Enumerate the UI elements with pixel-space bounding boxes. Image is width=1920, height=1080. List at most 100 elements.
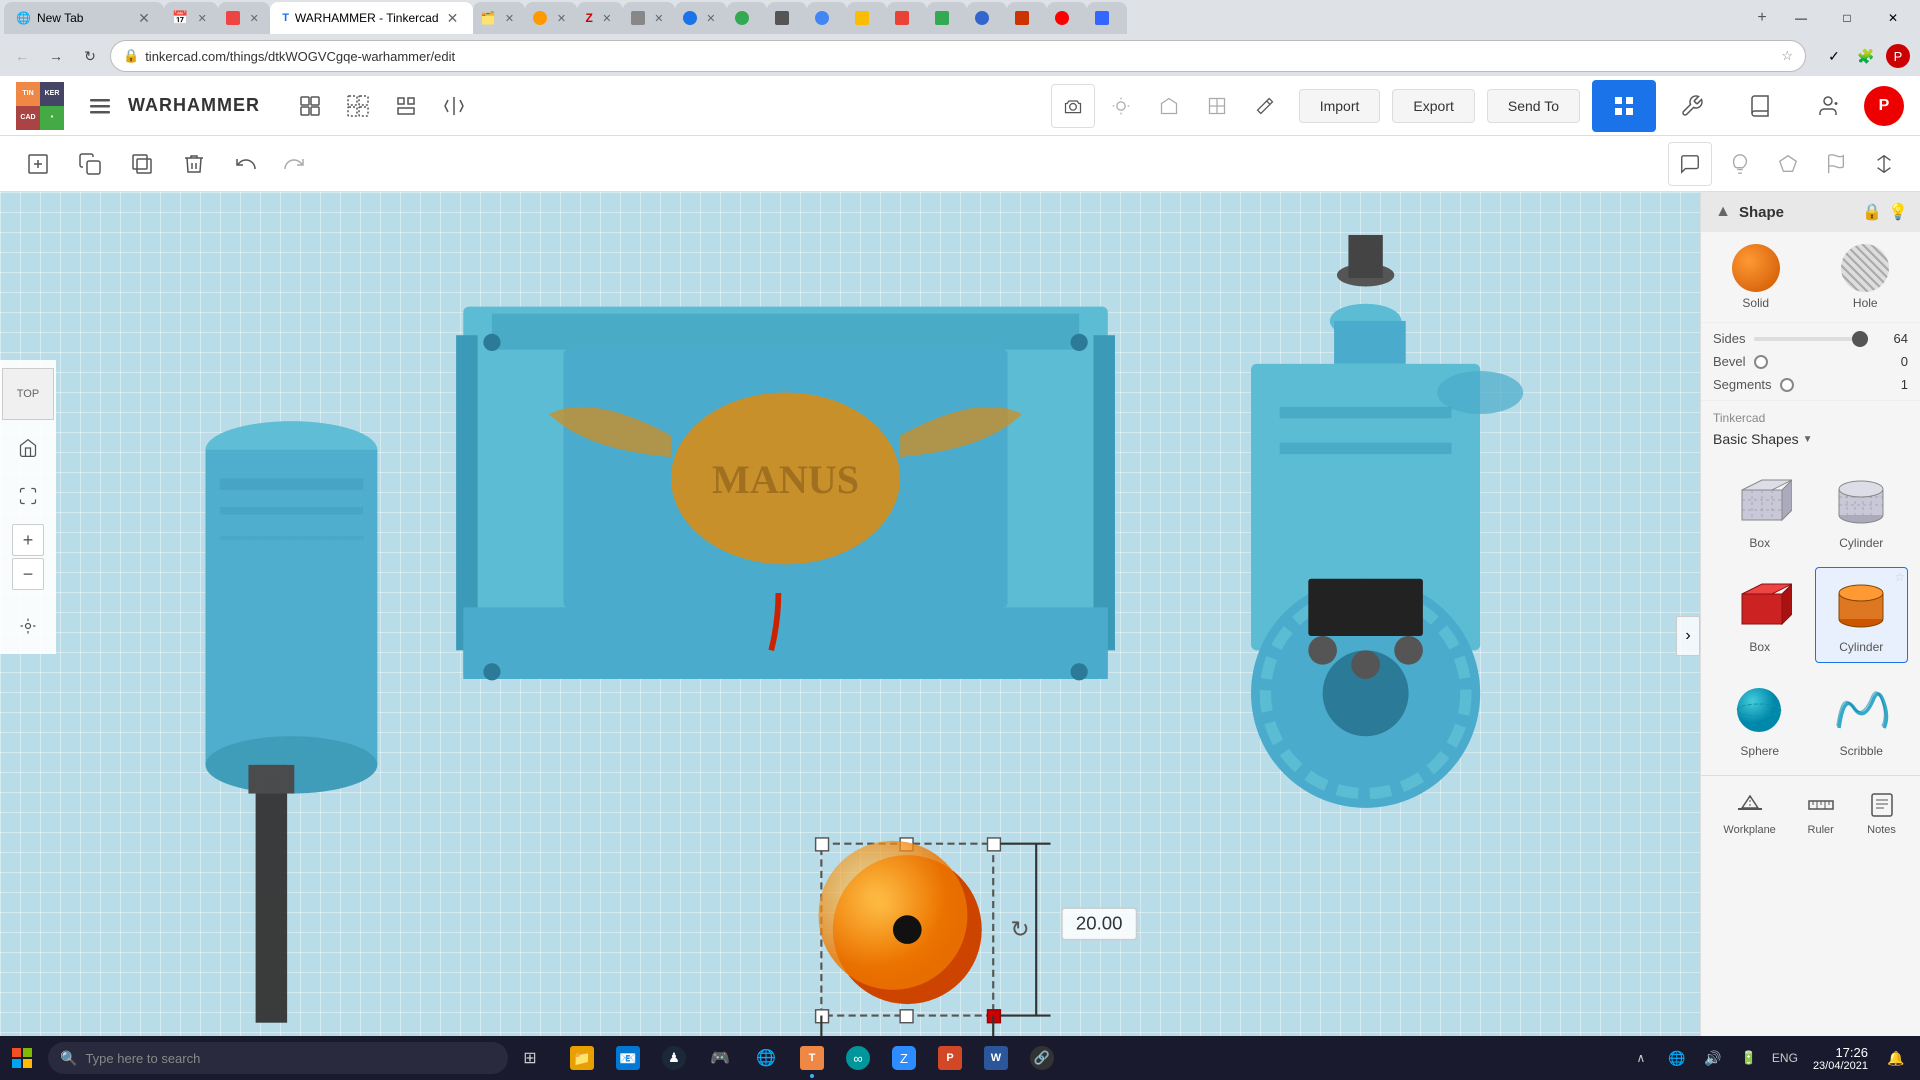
taskbar-email[interactable]: 📧 [606,1036,650,1080]
extension-icon-1[interactable]: ✓ [1820,42,1848,70]
extensions-button[interactable]: 🧩 [1852,42,1880,70]
duplicate-tool[interactable] [120,142,164,186]
user-avatar[interactable]: P [1864,86,1904,126]
book-panel-button[interactable] [1728,80,1792,132]
bevel-radio[interactable] [1754,355,1768,369]
camera-view-button[interactable] [1051,84,1095,128]
group-tool[interactable] [288,84,332,128]
new-tab-button[interactable]: + [1748,4,1776,32]
ungroup-tool[interactable] [336,84,380,128]
view-cube[interactable]: TOP [2,368,54,420]
taskbar-ppt[interactable]: P [928,1036,972,1080]
browser-tab-3[interactable]: ✕ [218,2,270,34]
align-view-button[interactable] [1195,84,1239,128]
shape-scribble-teal[interactable]: Scribble [1815,671,1909,767]
grid-panel-button[interactable] [1592,80,1656,132]
lightbulb-icon[interactable]: 💡 [1888,202,1908,222]
new-shape-tool[interactable] [16,142,60,186]
segments-radio[interactable] [1780,378,1794,392]
tab-close-1[interactable]: ✕ [136,10,152,26]
hole-option[interactable]: Hole [1811,232,1920,322]
shape-sphere-teal[interactable]: Sphere [1713,671,1807,767]
browser-tab-11[interactable] [767,2,807,34]
taskbar-tinkercad[interactable]: T [790,1036,834,1080]
browser-tab-9[interactable]: ✕ [675,2,727,34]
shape-cylinder-orange[interactable]: ☆ C [1815,567,1909,663]
workplane-button[interactable]: Workplane [1723,788,1775,836]
home-button[interactable] [8,428,48,468]
fit-button[interactable] [8,476,48,516]
task-view-button[interactable]: ⊞ [508,1036,552,1080]
browser-tab-14[interactable] [887,2,927,34]
taskbar-search[interactable]: 🔍 Type here to search [48,1042,508,1074]
pentagon-tool[interactable] [1768,144,1808,184]
browser-tab-17[interactable] [1007,2,1047,34]
copy-tool[interactable] [68,142,112,186]
lightbulb-tool[interactable] [1720,144,1760,184]
forward-button[interactable]: → [42,42,70,70]
browser-tab-15[interactable] [927,2,967,34]
taskbar-vpn[interactable]: 🔗 [1020,1036,1064,1080]
collapse-shape-icon[interactable]: ▲ [1713,202,1733,222]
close-button[interactable]: ✕ [1870,0,1916,36]
lang-indicator[interactable]: ENG [1769,1042,1801,1074]
redo-button[interactable] [272,142,316,186]
bookmark-icon[interactable]: ☆ [1781,48,1793,64]
solid-option[interactable]: Solid [1701,232,1811,322]
browser-tab-8[interactable]: ✕ [623,2,675,34]
start-button[interactable] [0,1036,44,1080]
notification-icon[interactable]: 🔔 [1880,1042,1912,1074]
tools-panel-button[interactable] [1660,80,1724,132]
shape-box-gray[interactable]: Box [1713,463,1807,559]
tab-close-2[interactable]: ✕ [194,10,210,26]
network-icon[interactable]: 🌐 [1661,1042,1693,1074]
taskbar-gaming[interactable]: 🎮 [698,1036,742,1080]
import-button[interactable]: Import [1299,89,1381,123]
user-panel-button[interactable] [1796,80,1860,132]
profile-button[interactable]: P [1884,42,1912,70]
minimize-button[interactable]: — [1778,0,1824,36]
taskbar-steam[interactable]: ♟ [652,1036,696,1080]
light-view-button[interactable] [1099,84,1143,128]
taskbar-arduino[interactable]: ∞ [836,1036,880,1080]
zoom-out-button[interactable]: − [12,558,44,590]
mirror-v-tool[interactable] [1864,144,1904,184]
tab-close-9[interactable]: ✕ [703,10,719,26]
taskbar-zoom[interactable]: Z [882,1036,926,1080]
panel-collapse-button[interactable]: › [1676,616,1700,656]
mirror-tool[interactable] [432,84,476,128]
snap-button[interactable] [8,606,48,646]
menu-icon[interactable] [84,90,116,122]
browser-tab-18[interactable] [1047,2,1087,34]
lock-icon[interactable]: 🔒 [1862,202,1882,222]
undo-button[interactable] [224,142,268,186]
browser-tab-7[interactable]: Z ✕ [577,2,622,34]
notes-button[interactable]: Notes [1866,788,1898,836]
zoom-in-button[interactable]: + [12,524,44,556]
browser-tab-12[interactable] [807,2,847,34]
shape-view-button[interactable] [1147,84,1191,128]
viewport[interactable]: MANUS [0,192,1700,1080]
back-button[interactable]: ← [8,42,36,70]
browser-tab-16[interactable] [967,2,1007,34]
sides-slider[interactable] [1754,337,1868,341]
tray-chevron[interactable]: ∧ [1625,1042,1657,1074]
speech-bubble-tool[interactable] [1668,142,1712,186]
shape-box-red[interactable]: Box [1713,567,1807,663]
browser-tab-10[interactable] [727,2,767,34]
library-dropdown-icon[interactable]: ▼ [1803,434,1813,445]
tab-close-active[interactable]: ✕ [445,10,461,26]
taskbar-explorer[interactable]: 📁 [560,1036,604,1080]
measure-view-button[interactable] [1243,84,1287,128]
volume-icon[interactable]: 🔊 [1697,1042,1729,1074]
sendto-button[interactable]: Send To [1487,89,1580,123]
ruler-button[interactable]: Ruler [1805,788,1837,836]
browser-tab-1[interactable]: 🌐 New Tab ✕ [4,2,164,34]
tab-close-8[interactable]: ✕ [651,10,667,26]
battery-icon[interactable]: 🔋 [1733,1042,1765,1074]
url-bar[interactable]: 🔒 tinkercad.com/things/dtkWOGVCgqe-warha… [110,40,1806,72]
tab-close-6[interactable]: ✕ [553,10,569,26]
browser-tab-6[interactable]: ✕ [525,2,577,34]
export-button[interactable]: Export [1392,89,1474,123]
flag-tool[interactable] [1816,144,1856,184]
